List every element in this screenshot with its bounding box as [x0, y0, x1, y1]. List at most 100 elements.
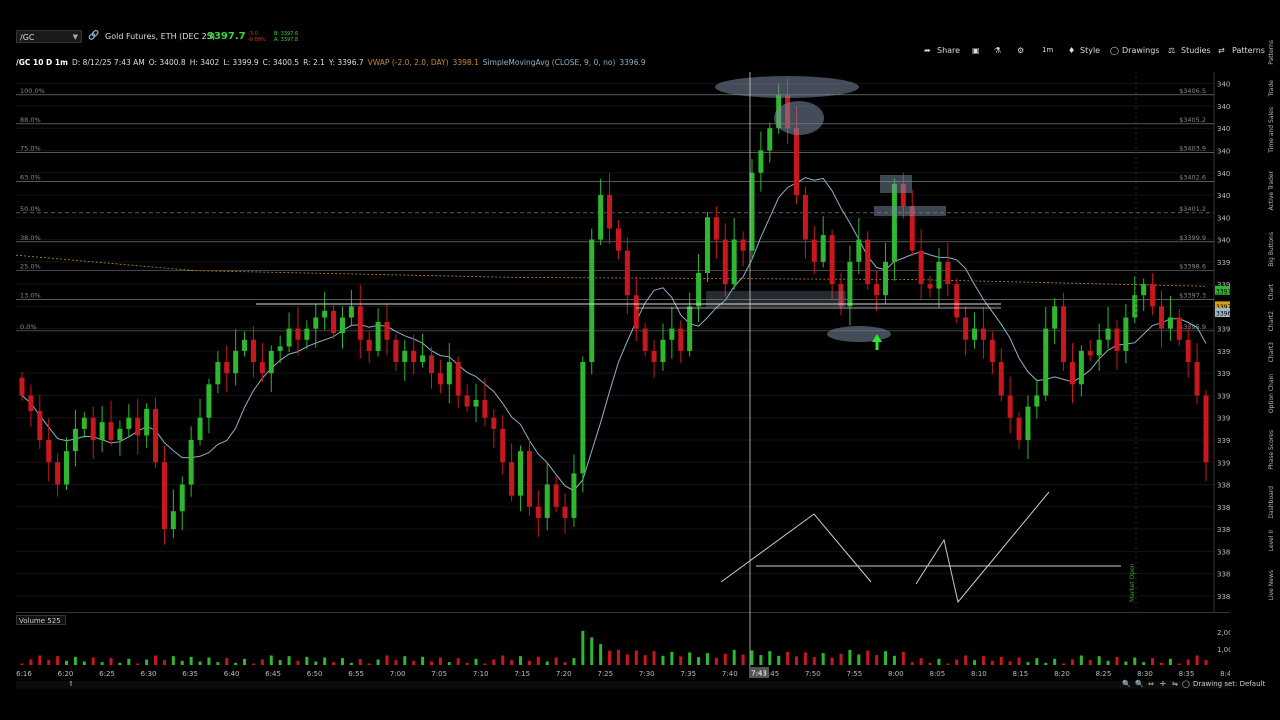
side-tab[interactable]: Level II	[1268, 530, 1275, 551]
drawing-set-label[interactable]: Drawing set: Default	[1193, 680, 1265, 688]
candle[interactable]	[589, 228, 595, 375]
candle-body	[1185, 339, 1191, 363]
share-icon[interactable]: ➦	[924, 46, 931, 55]
candle-body	[402, 350, 408, 363]
chart-scrollbar[interactable]: ⇑	[16, 680, 1230, 689]
ellipse-highlight[interactable]	[774, 101, 824, 135]
side-tab[interactable]: Patterns	[1268, 40, 1275, 65]
volume-panel[interactable]: 2,000 1,000	[16, 612, 1230, 667]
y-tick-label: 3403	[1217, 170, 1230, 178]
candle-body	[927, 284, 933, 289]
oval-tool-icon[interactable]: ◯	[1182, 680, 1190, 688]
chevron-down-icon[interactable]: ▼	[73, 31, 78, 44]
candle-body	[1167, 317, 1173, 329]
volume-bar	[296, 660, 300, 665]
volume-bar	[964, 655, 968, 665]
y-tick-label: 3400	[1217, 237, 1230, 245]
volume-bar	[403, 656, 407, 665]
candle-body	[553, 484, 559, 507]
volume-bar	[723, 653, 727, 665]
drag-icon[interactable]: ⇋	[1172, 680, 1178, 688]
volume-bar	[910, 662, 914, 665]
box-highlight[interactable]	[874, 206, 946, 216]
candle-body	[322, 310, 328, 318]
side-tab[interactable]: Trade	[1268, 80, 1275, 96]
style-icon[interactable]: ♦	[1068, 46, 1075, 55]
flask-icon[interactable]: ⚗	[994, 46, 1001, 55]
volume-bar	[928, 662, 932, 665]
drawings-icon[interactable]: ◯	[1110, 46, 1119, 55]
y-tick-label: 3392	[1217, 415, 1230, 423]
studies-icon[interactable]: ⚖	[1168, 46, 1175, 55]
volume-bar	[421, 656, 425, 665]
candle-body	[615, 228, 621, 251]
cursor-time-label: 7:43	[751, 670, 767, 678]
price-chart[interactable]: 3384 3385 3386 3387 3388 3389 3390 3391 3392 3393…	[16, 72, 1230, 612]
expand-icon[interactable]: ⇑	[68, 680, 74, 688]
style-button[interactable]: Style	[1080, 46, 1100, 55]
snapshot-icon[interactable]: ▣	[972, 46, 980, 55]
volume-bar	[438, 657, 442, 665]
candle[interactable]	[865, 231, 871, 290]
candle-body	[758, 150, 764, 173]
volume-bar	[456, 658, 460, 665]
side-tab[interactable]: Dashboard	[1268, 486, 1275, 519]
box-highlight[interactable]	[706, 291, 846, 307]
time-axis[interactable]: 6:16 6:20 6:25 6:30 6:35 6:40 6:45 6:50 6:55 7:00…	[16, 667, 1230, 679]
side-tab[interactable]: Chart3	[1268, 342, 1275, 362]
share-button[interactable]: Share	[937, 46, 960, 55]
side-tab[interactable]: Option Chain	[1268, 374, 1275, 413]
volume-bar	[483, 663, 487, 665]
ellipse-highlight[interactable]	[827, 326, 891, 342]
y-tick-label: 3396	[1217, 326, 1230, 334]
sma-study-label[interactable]: SimpleMovingAvg (CLOSE, 9, 0, no)	[483, 58, 616, 67]
side-tab[interactable]: Chart	[1268, 284, 1275, 301]
volume-bar	[73, 656, 77, 665]
volume-bar	[839, 653, 843, 665]
volume-bar	[981, 656, 985, 665]
y-tick-label: 3390	[1217, 459, 1230, 467]
volume-bar	[830, 657, 834, 665]
vwap-study-label[interactable]: VWAP (-2.0, 2.0, DAY)	[368, 58, 449, 67]
box-highlight[interactable]	[880, 175, 912, 193]
fib-price-label: $3403.9	[1179, 145, 1206, 153]
side-tab[interactable]: Chart2	[1268, 311, 1275, 331]
candle[interactable]	[526, 440, 532, 516]
side-tab[interactable]: Big Buttons	[1268, 232, 1275, 267]
side-tab[interactable]: Time and Sales	[1268, 107, 1275, 153]
drawings-button[interactable]: Drawings	[1122, 46, 1159, 55]
volume-bar	[1044, 662, 1048, 665]
pan-icon[interactable]: ⇔	[1148, 680, 1154, 688]
candle-body	[1176, 317, 1182, 340]
gear-icon[interactable]: ⚙	[1017, 46, 1024, 55]
crosshair-icon[interactable]: ✛	[1160, 680, 1166, 688]
x-tick-label: 7:20	[556, 670, 572, 678]
link-icon[interactable]: 🔗	[88, 31, 99, 41]
zoom-out-icon[interactable]: 🔍	[1122, 680, 1131, 688]
side-tab[interactable]: Phase Scores	[1268, 430, 1275, 470]
candle-body	[126, 417, 132, 429]
ellipse-highlight[interactable]	[715, 76, 859, 98]
bid-ask: B: 3397.6 A: 3397.8	[274, 31, 298, 43]
timeframe-button[interactable]: 1m	[1042, 46, 1053, 54]
volume-bar	[803, 652, 807, 665]
symbol-selector[interactable]: /GC ▼	[16, 30, 82, 43]
volume-bar	[625, 654, 629, 665]
patterns-icon[interactable]: ⇄	[1218, 46, 1225, 55]
volume-bar	[892, 655, 896, 665]
side-tab[interactable]: Live News	[1268, 570, 1275, 600]
patterns-button[interactable]: Patterns	[1232, 46, 1265, 55]
x-tick-label: 7:35	[680, 670, 696, 678]
volume-bar	[554, 657, 558, 665]
volume-bar	[990, 660, 994, 665]
side-tab[interactable]: Active Trader	[1268, 171, 1275, 210]
volume-bar	[207, 657, 211, 665]
candle[interactable]	[704, 211, 710, 282]
candle[interactable]	[580, 356, 586, 493]
candle[interactable]	[954, 278, 960, 324]
candle-body	[161, 462, 167, 530]
zoom-in-icon[interactable]: 🔍	[1135, 680, 1144, 688]
candle-body	[37, 411, 43, 440]
studies-button[interactable]: Studies	[1181, 46, 1211, 55]
volume-bar	[519, 656, 523, 665]
